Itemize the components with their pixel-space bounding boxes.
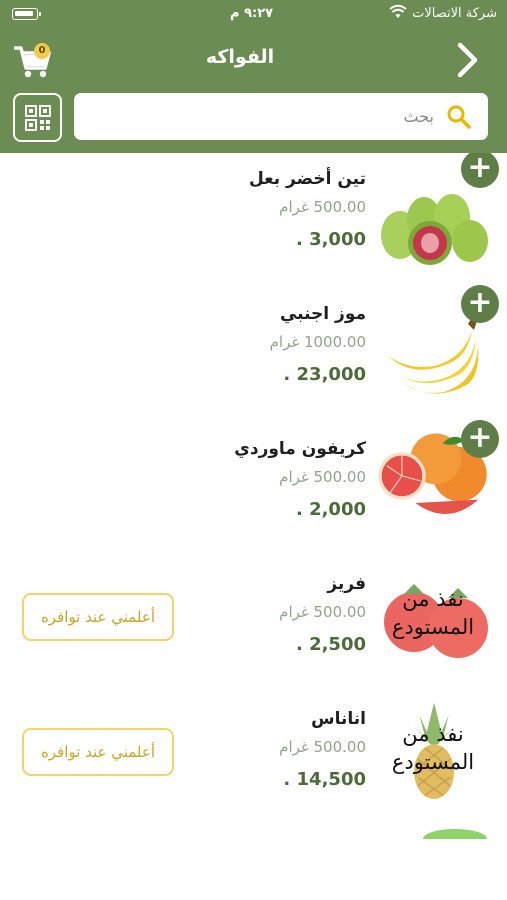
status-bar: ٩:٢٧ م شركة الاتصالات bbox=[0, 0, 507, 28]
qr-code-icon bbox=[25, 105, 51, 131]
product-weight: 500.00 غرام bbox=[279, 738, 366, 756]
search-input[interactable] bbox=[84, 93, 434, 140]
product-item: نفذ من المستودع فريز 500.00 غرام . 2,500… bbox=[0, 558, 507, 693]
product-name: كريفون ماوردي bbox=[234, 439, 366, 459]
qr-scan-button[interactable] bbox=[13, 93, 62, 142]
product-weight: 500.00 غرام bbox=[279, 603, 366, 621]
product-name: اناناس bbox=[311, 709, 366, 729]
product-name: فريز bbox=[327, 574, 366, 594]
product-weight: 1000.00 غرام bbox=[269, 333, 366, 351]
add-to-cart-button[interactable]: + bbox=[461, 285, 499, 323]
notify-when-available-button[interactable]: أعلمني عند توافره bbox=[22, 728, 174, 776]
product-name: موز اجنبي bbox=[279, 304, 366, 324]
page-title: الفواكه bbox=[205, 46, 275, 68]
cart-count-badge: 0 bbox=[34, 43, 50, 59]
product-price: . 14,500 bbox=[283, 769, 366, 790]
search-bar[interactable] bbox=[74, 93, 488, 140]
status-time: ٩:٢٧ م bbox=[230, 6, 274, 21]
product-item[interactable]: + تين أخضر بعل 500.00 غرام . 3,000 bbox=[0, 153, 507, 288]
status-carrier: شركة الاتصالات bbox=[412, 6, 497, 21]
product-price: . 23,000 bbox=[283, 364, 366, 385]
next-product-image-partial bbox=[423, 829, 487, 839]
wifi-icon bbox=[389, 4, 407, 18]
out-of-stock-label: نفذ من المستودع bbox=[391, 722, 475, 774]
product-price: . 2,500 bbox=[295, 634, 366, 655]
product-price: . 2,000 bbox=[295, 499, 366, 520]
battery-icon bbox=[12, 8, 41, 20]
product-list: + تين أخضر بعل 500.00 غرام . 3,000 + موز… bbox=[0, 153, 507, 900]
product-name: تين أخضر بعل bbox=[248, 169, 366, 189]
product-weight: 500.00 غرام bbox=[279, 198, 366, 216]
out-of-stock-label: نفذ من المستودع bbox=[391, 587, 475, 639]
back-chevron-icon[interactable] bbox=[452, 40, 482, 80]
app-header: ٩:٢٧ م شركة الاتصالات 0 الفواكه bbox=[0, 0, 507, 153]
product-item: نفذ من المستودع اناناس 500.00 غرام . 14,… bbox=[0, 693, 507, 828]
add-to-cart-button[interactable]: + bbox=[461, 420, 499, 458]
product-item[interactable]: + كريفون ماوردي 500.00 غرام . 2,000 bbox=[0, 420, 507, 558]
product-weight: 500.00 غرام bbox=[279, 468, 366, 486]
product-item[interactable]: + موز اجنبي 1000.00 غرام . 23,000 bbox=[0, 285, 507, 423]
notify-when-available-button[interactable]: أعلمني عند توافره bbox=[22, 593, 174, 641]
search-icon[interactable] bbox=[446, 104, 472, 130]
product-price: . 3,000 bbox=[295, 229, 366, 250]
